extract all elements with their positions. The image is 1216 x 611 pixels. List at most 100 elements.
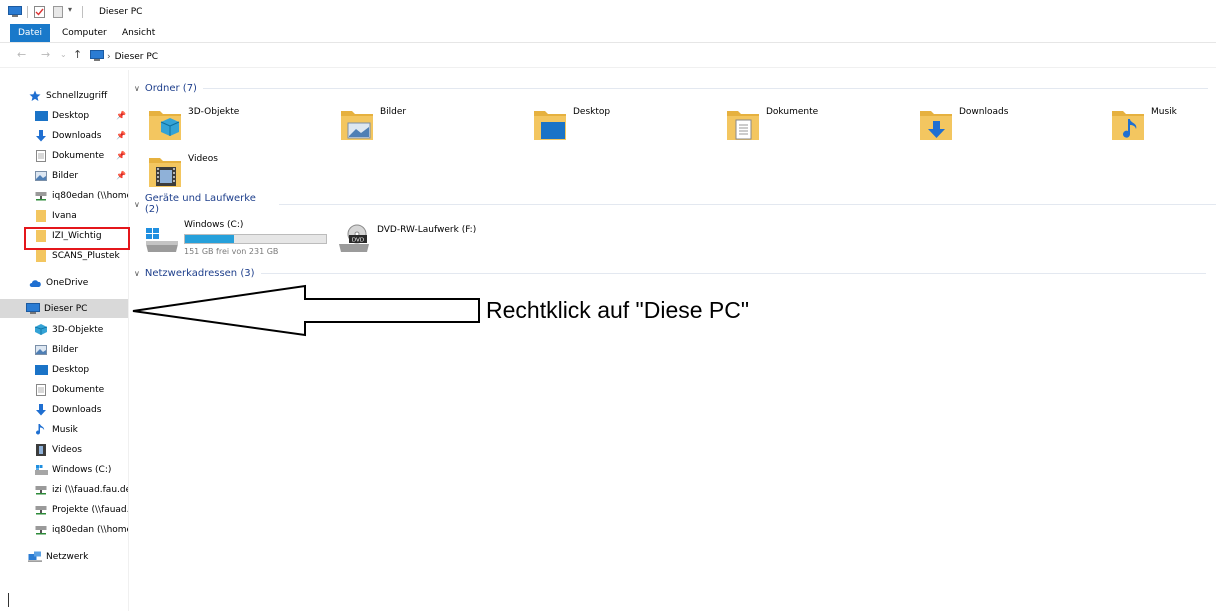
pictures-icon — [34, 344, 48, 356]
window-title: Dieser PC — [99, 7, 143, 17]
nav-pc-dokumente[interactable]: Dokumente — [0, 380, 128, 399]
group-header-label: Netzwerkadressen (3) — [144, 267, 255, 279]
navigation-pane: Schnellzugriff Desktop 📌 Downloads 📌 Dok… — [0, 70, 129, 611]
folder-label: Downloads — [959, 107, 1009, 117]
nav-label: Projekte (\\fauad.fa — [52, 504, 128, 515]
nav-label: Dokumente — [52, 384, 105, 395]
videos-folder-icon — [149, 158, 181, 187]
nav-label: Netzwerk — [46, 551, 89, 562]
chevron-right-icon: ∨ — [134, 268, 140, 278]
network-drive-icon — [34, 190, 48, 202]
forward-arrow-icon[interactable]: → — [41, 48, 50, 61]
windows-drive-icon — [146, 228, 178, 252]
nav-label: OneDrive — [46, 277, 89, 288]
folder-icon — [34, 209, 48, 222]
nav-quick-network-drive[interactable]: iq80edan (\\home.r — [0, 186, 128, 205]
properties-icon[interactable] — [34, 6, 45, 21]
downloads-folder-icon — [920, 111, 952, 140]
group-header-devices[interactable]: ∨ Geräte und Laufwerke (2) — [134, 193, 1216, 215]
nav-dieser-pc[interactable]: Dieser PC — [0, 299, 128, 318]
tab-ansicht[interactable]: Ansicht — [114, 24, 163, 42]
film-strip-icon — [34, 443, 48, 456]
tab-datei[interactable]: Datei — [10, 24, 51, 42]
drive-tile-windows-c[interactable]: Windows (C:) 151 GB frei von 231 GB — [144, 220, 344, 260]
nav-quick-downloads[interactable]: Downloads 📌 — [0, 126, 128, 145]
breadcrumb-dieser-pc[interactable]: Dieser PC — [115, 52, 158, 62]
nav-pc-bilder[interactable]: Bilder — [0, 340, 128, 359]
highlight-box — [24, 227, 130, 250]
dvd-drive-icon: DVD — [339, 224, 369, 252]
nav-label: 3D-Objekte — [52, 324, 104, 335]
nav-pc-videos[interactable]: Videos — [0, 440, 128, 459]
nav-onedrive[interactable]: OneDrive — [0, 273, 128, 292]
folder-tile-dokumente[interactable]: Dokumente — [726, 105, 916, 145]
nav-label: Dokumente — [52, 150, 105, 161]
nav-label: Desktop — [52, 110, 90, 121]
pin-icon[interactable]: 📌 — [116, 131, 126, 140]
folder-tile-musik[interactable]: Musik — [1111, 105, 1216, 145]
folder-label: 3D-Objekte — [188, 107, 240, 117]
folder-icon — [34, 249, 48, 262]
content-pane: ∨ Ordner (7) 3D-Objekte Bilder Desktop D… — [130, 70, 1216, 611]
group-divider — [260, 272, 1206, 274]
folder-label: Desktop — [573, 107, 611, 117]
nav-label: Windows (C:) — [52, 464, 112, 475]
desktop-folder-icon — [534, 111, 566, 140]
breadcrumb-separator: › — [107, 51, 111, 62]
nav-netzwerk[interactable]: Netzwerk — [0, 547, 128, 566]
nav-label: iq80edan (\\home.r — [52, 190, 128, 201]
recent-locations-chevron-icon[interactable]: ⌄ — [60, 50, 67, 59]
tab-computer[interactable]: Computer — [54, 24, 115, 42]
windows-drive-icon — [34, 464, 48, 476]
group-header-folders[interactable]: ∨ Ordner (7) — [134, 81, 1208, 95]
ribbon-tabs: Datei Computer Ansicht — [0, 22, 1216, 43]
pin-icon[interactable]: 📌 — [116, 171, 126, 180]
group-header-network[interactable]: ∨ Netzwerkadressen (3) — [134, 266, 1206, 280]
nav-label: Bilder — [52, 170, 79, 181]
cloud-icon — [28, 277, 42, 289]
nav-pc-musik[interactable]: Musik — [0, 420, 128, 439]
star-icon — [28, 90, 42, 102]
nav-pc-desktop[interactable]: Desktop — [0, 360, 128, 379]
music-folder-icon — [1112, 111, 1144, 140]
nav-quick-ivana[interactable]: Ivana — [0, 206, 128, 225]
nav-label: Downloads — [52, 130, 102, 141]
nav-quick-desktop[interactable]: Desktop 📌 — [0, 106, 128, 125]
nav-pc-windows-c[interactable]: Windows (C:) — [0, 460, 128, 479]
nav-pc-3d-objekte[interactable]: 3D-Objekte — [0, 320, 128, 339]
chevron-down-icon: ∨ — [134, 83, 140, 93]
nav-pc-downloads[interactable]: Downloads — [0, 400, 128, 419]
address-bar[interactable]: › Dieser PC — [90, 48, 1210, 65]
new-folder-icon[interactable] — [53, 6, 63, 21]
dvd-badge-text: DVD — [352, 238, 364, 244]
up-arrow-icon[interactable]: ↑ — [73, 48, 82, 61]
folder-tile-videos[interactable]: Videos — [148, 152, 338, 192]
back-arrow-icon[interactable]: ← — [17, 48, 26, 61]
nav-label: Bilder — [52, 344, 79, 355]
nav-quick-access[interactable]: Schnellzugriff — [0, 86, 128, 105]
document-icon — [34, 383, 48, 396]
nav-quick-dokumente[interactable]: Dokumente 📌 — [0, 146, 128, 165]
navigation-bar: ← → ⌄ ↑ › Dieser PC — [0, 44, 1216, 68]
nav-pc-home-share[interactable]: iq80edan (\\home.r — [0, 520, 128, 539]
nav-pc-projekte-share[interactable]: Projekte (\\fauad.fa — [0, 500, 128, 519]
group-header-label: Ordner (7) — [144, 82, 197, 94]
folder-tile-desktop[interactable]: Desktop — [533, 105, 723, 145]
nav-quick-bilder[interactable]: Bilder 📌 — [0, 166, 128, 185]
pin-icon[interactable]: 📌 — [116, 111, 126, 120]
quick-access-dropdown-icon[interactable]: ▾ — [68, 5, 72, 14]
network-drive-icon — [34, 484, 48, 496]
folder-label: Musik — [1151, 107, 1177, 117]
drive-name: Windows (C:) — [184, 220, 244, 230]
nav-label: Videos — [52, 444, 82, 455]
nav-label: SCANS_Plustek — [52, 250, 120, 261]
computer-icon[interactable] — [8, 6, 22, 20]
drive-usage-fill — [185, 235, 234, 243]
pin-icon[interactable]: 📌 — [116, 151, 126, 160]
folder-tile-bilder[interactable]: Bilder — [340, 105, 530, 145]
folder-tile-downloads[interactable]: Downloads — [919, 105, 1109, 145]
drive-tile-dvd[interactable]: DVD DVD-RW-Laufwerk (F:) — [337, 220, 537, 260]
folder-tile-3d-objekte[interactable]: 3D-Objekte — [148, 105, 338, 145]
nav-pc-izi-share[interactable]: izi (\\fauad.fau.de\i — [0, 480, 128, 499]
computer-icon — [90, 49, 104, 64]
